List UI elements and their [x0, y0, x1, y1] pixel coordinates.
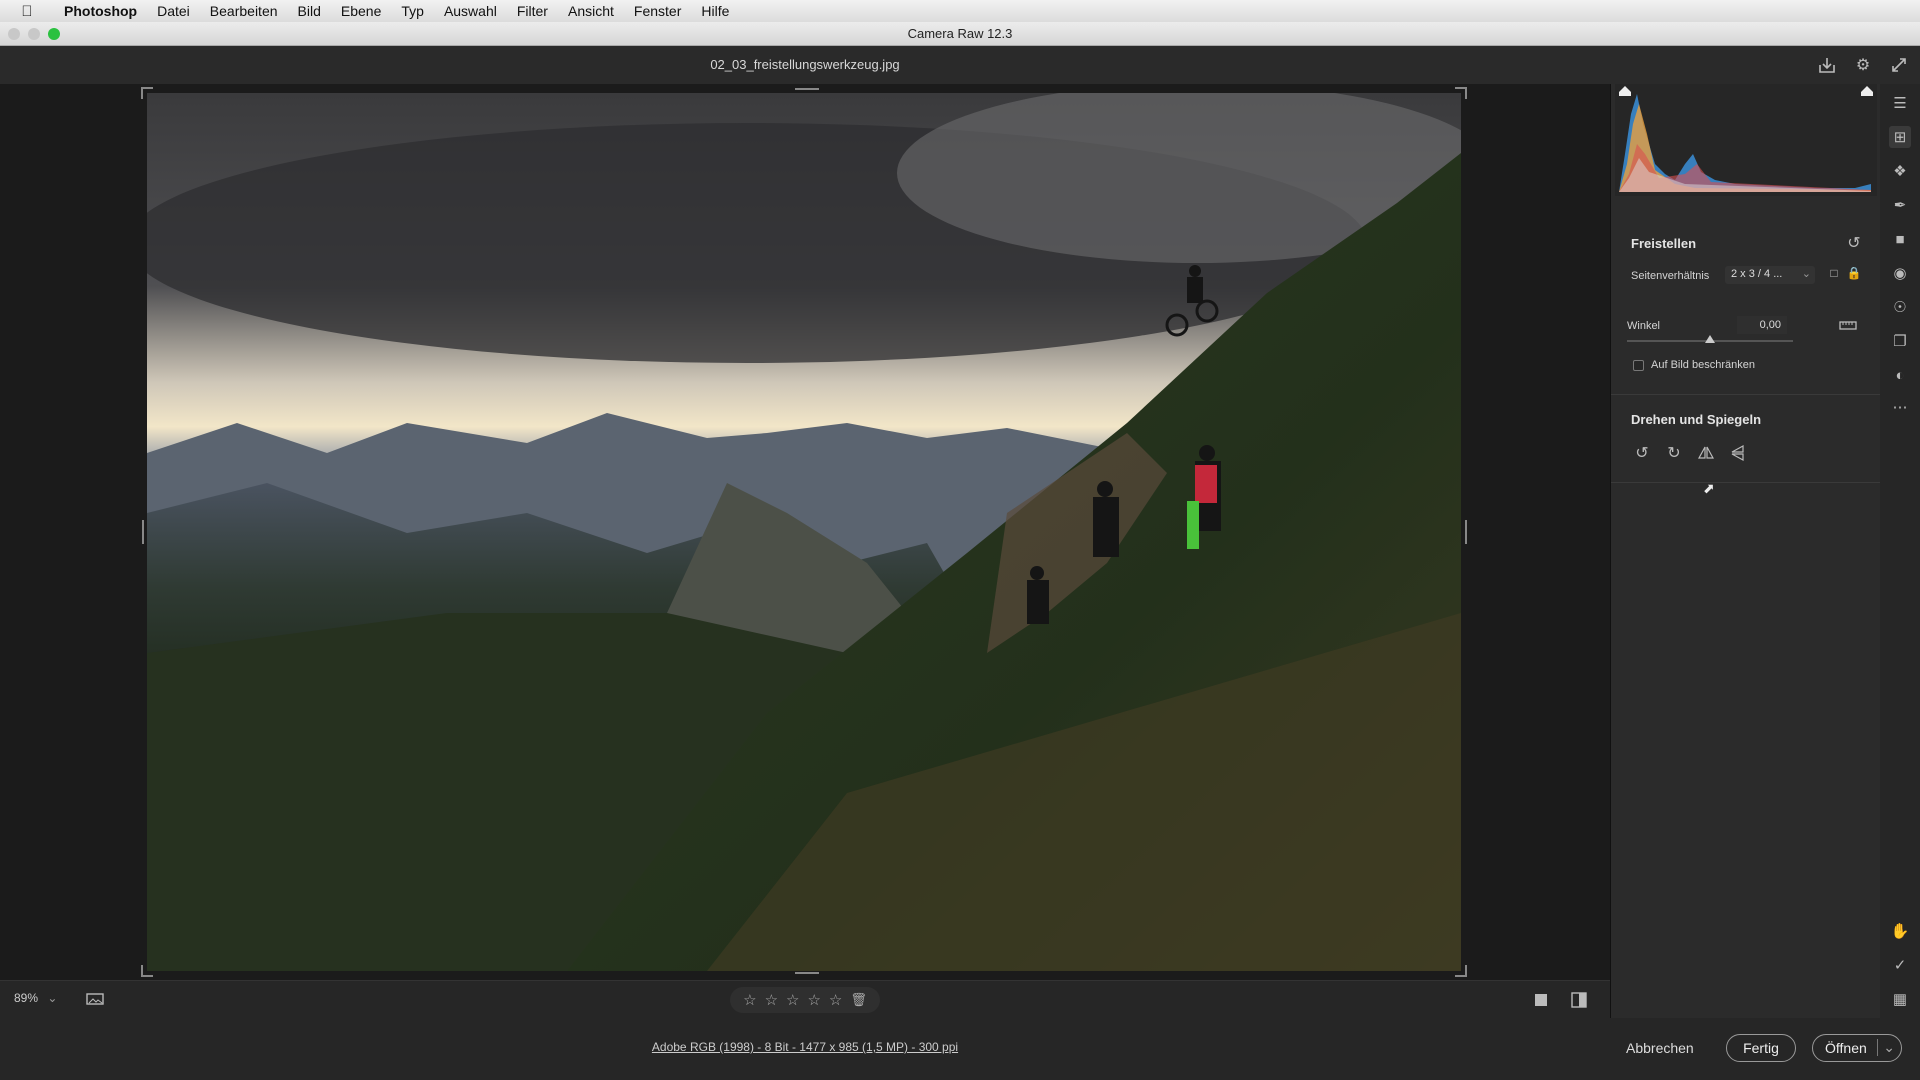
save-image-icon[interactable] [1816, 54, 1838, 76]
window-title: Camera Raw 12.3 [907, 26, 1013, 41]
red-eye-icon[interactable]: ☉ [1889, 296, 1911, 318]
right-panel: Freistellen ↺ Seitenverhältnis 2 x 3 / 4… [1610, 84, 1881, 1018]
preview-image[interactable] [147, 93, 1461, 971]
apple-icon[interactable]:  [0, 3, 54, 20]
done-button[interactable]: Fertig [1726, 1034, 1796, 1062]
open-button[interactable]: Öffnen ⌄ [1812, 1034, 1902, 1062]
shadow-clipping-icon [1619, 86, 1631, 96]
constrain-label: Auf Bild beschränken [1651, 359, 1755, 371]
mouse-cursor-icon: ⬈ [1703, 480, 1715, 496]
file-name: 02_03_freistellungswerkzeug.jpg [710, 57, 900, 72]
crop-handle-top[interactable] [795, 88, 819, 90]
menu-ebene[interactable]: Ebene [331, 3, 391, 19]
menu-auswahl[interactable]: Auswahl [434, 3, 507, 19]
menu-fenster[interactable]: Fenster [624, 3, 691, 19]
star-icon[interactable]: ☆ [743, 991, 756, 1009]
rotate-left-icon[interactable]: ↺ [1631, 442, 1653, 464]
adjustment-brush-icon[interactable]: ✒ [1889, 194, 1911, 216]
open-button-label: Öffnen [1825, 1040, 1867, 1056]
chevron-down-icon: ⌄ [47, 991, 58, 1005]
histogram [1615, 84, 1877, 196]
more-icon[interactable]: ⋯ [1889, 396, 1911, 418]
rating-stars: ☆ ☆ ☆ ☆ ☆ 🗑 [730, 987, 880, 1013]
crop-handle-top-right[interactable] [1455, 87, 1467, 99]
chevron-down-icon: ⌄ [1801, 268, 1811, 280]
window-controls [8, 28, 60, 40]
gear-icon[interactable]: ⚙ [1852, 54, 1874, 76]
zoom-window-button[interactable] [48, 28, 60, 40]
menu-typ[interactable]: Typ [391, 3, 434, 19]
flip-horizontal-icon[interactable] [1695, 442, 1717, 464]
menu-datei[interactable]: Datei [147, 3, 200, 19]
healing-brush-icon[interactable]: ❖ [1889, 160, 1911, 182]
flip-vertical-icon[interactable] [1727, 442, 1749, 464]
close-window-button[interactable] [8, 28, 20, 40]
lock-icon[interactable]: 🔒 [1845, 264, 1863, 282]
fullscreen-icon[interactable] [1888, 54, 1910, 76]
highlight-clipping-icon [1861, 86, 1873, 96]
constrain-checkbox[interactable] [1633, 360, 1644, 371]
angle-label: Winkel [1627, 320, 1661, 332]
grid-icon[interactable]: ▦ [1889, 988, 1911, 1010]
menu-photoshop[interactable]: Photoshop [54, 3, 147, 19]
crop-handle-bottom[interactable] [795, 972, 819, 974]
menu-filter[interactable]: Filter [507, 3, 558, 19]
crop-handle-top-left[interactable] [141, 87, 153, 99]
snapshots-icon[interactable]: ❐ [1889, 330, 1911, 352]
divider [1611, 394, 1881, 395]
menu-bearbeiten[interactable]: Bearbeiten [200, 3, 288, 19]
trash-icon[interactable]: 🗑 [850, 992, 867, 1008]
zoom-value: 89% [14, 991, 39, 1005]
aspect-ratio-select[interactable]: 2 x 3 / 4 ... ⌄ [1725, 266, 1815, 284]
single-view-icon[interactable] [1530, 989, 1552, 1011]
status-bar: 89% ⌄ ☆ ☆ ☆ ☆ ☆ 🗑 [0, 980, 1610, 1018]
hand-tool-icon[interactable]: ✋ [1889, 920, 1911, 942]
star-icon[interactable]: ☆ [765, 991, 778, 1009]
straighten-tool-icon[interactable] [1837, 314, 1859, 336]
aspect-ratio-value: 2 x 3 / 4 ... [1731, 268, 1783, 280]
window-titlebar: Camera Raw 12.3 [0, 22, 1920, 46]
graduated-filter-icon[interactable]: ■ [1889, 228, 1911, 250]
menu-bild[interactable]: Bild [288, 3, 331, 19]
camera-raw-header: 02_03_freistellungswerkzeug.jpg ⚙ [0, 46, 1920, 84]
crop-handle-right[interactable] [1465, 520, 1467, 544]
crop-handle-bottom-left[interactable] [141, 965, 153, 977]
menu-hilfe[interactable]: Hilfe [691, 3, 739, 19]
rotate-panel-title: Drehen und Spiegeln [1631, 412, 1762, 427]
before-after-icon[interactable] [1568, 989, 1590, 1011]
angle-slider-thumb[interactable] [1705, 335, 1715, 343]
crop-handle-bottom-right[interactable] [1455, 965, 1467, 977]
footer-bar: Adobe RGB (1998) - 8 Bit - 1477 x 985 (1… [0, 1018, 1920, 1080]
zoom-dropdown[interactable]: 89% ⌄ [14, 991, 57, 1005]
filmstrip-icon[interactable] [84, 989, 106, 1011]
crop-panel-title: Freistellen [1631, 236, 1697, 251]
swap-orientation-icon[interactable]: □ [1825, 264, 1843, 282]
star-icon[interactable]: ☆ [807, 991, 820, 1009]
reset-crop-icon[interactable]: ↺ [1843, 232, 1865, 254]
menu-bar:  Photoshop Datei Bearbeiten Bild Ebene … [0, 0, 1920, 22]
minimize-window-button[interactable] [28, 28, 40, 40]
angle-input[interactable]: 0,00 [1737, 316, 1787, 334]
workflow-options-link[interactable]: Adobe RGB (1998) - 8 Bit - 1477 x 985 (1… [0, 1040, 1610, 1054]
edit-sliders-icon[interactable]: ☰ [1889, 92, 1911, 114]
aspect-ratio-label: Seitenverhältnis [1631, 270, 1710, 282]
chevron-down-icon[interactable]: ⌄ [1877, 1039, 1895, 1056]
crop-tool-icon[interactable]: ⊞ [1889, 126, 1911, 148]
star-icon[interactable]: ☆ [786, 991, 799, 1009]
color-sampler-icon[interactable]: ✓ [1889, 954, 1911, 976]
tool-strip: ☰ ⊞ ❖ ✒ ■ ◉ ☉ ❐ ◐ ⋯ ✋ ✓ ▦ [1880, 84, 1920, 1018]
rotate-right-icon[interactable]: ↻ [1663, 442, 1685, 464]
image-canvas[interactable] [0, 84, 1610, 980]
radial-filter-icon[interactable]: ◉ [1889, 262, 1911, 284]
star-icon[interactable]: ☆ [829, 991, 842, 1009]
crop-handle-left[interactable] [142, 520, 144, 544]
cancel-button[interactable]: Abbrechen [1626, 1040, 1694, 1056]
divider [1611, 482, 1881, 483]
menu-ansicht[interactable]: Ansicht [558, 3, 624, 19]
presets-icon[interactable]: ◐ [1889, 364, 1911, 386]
